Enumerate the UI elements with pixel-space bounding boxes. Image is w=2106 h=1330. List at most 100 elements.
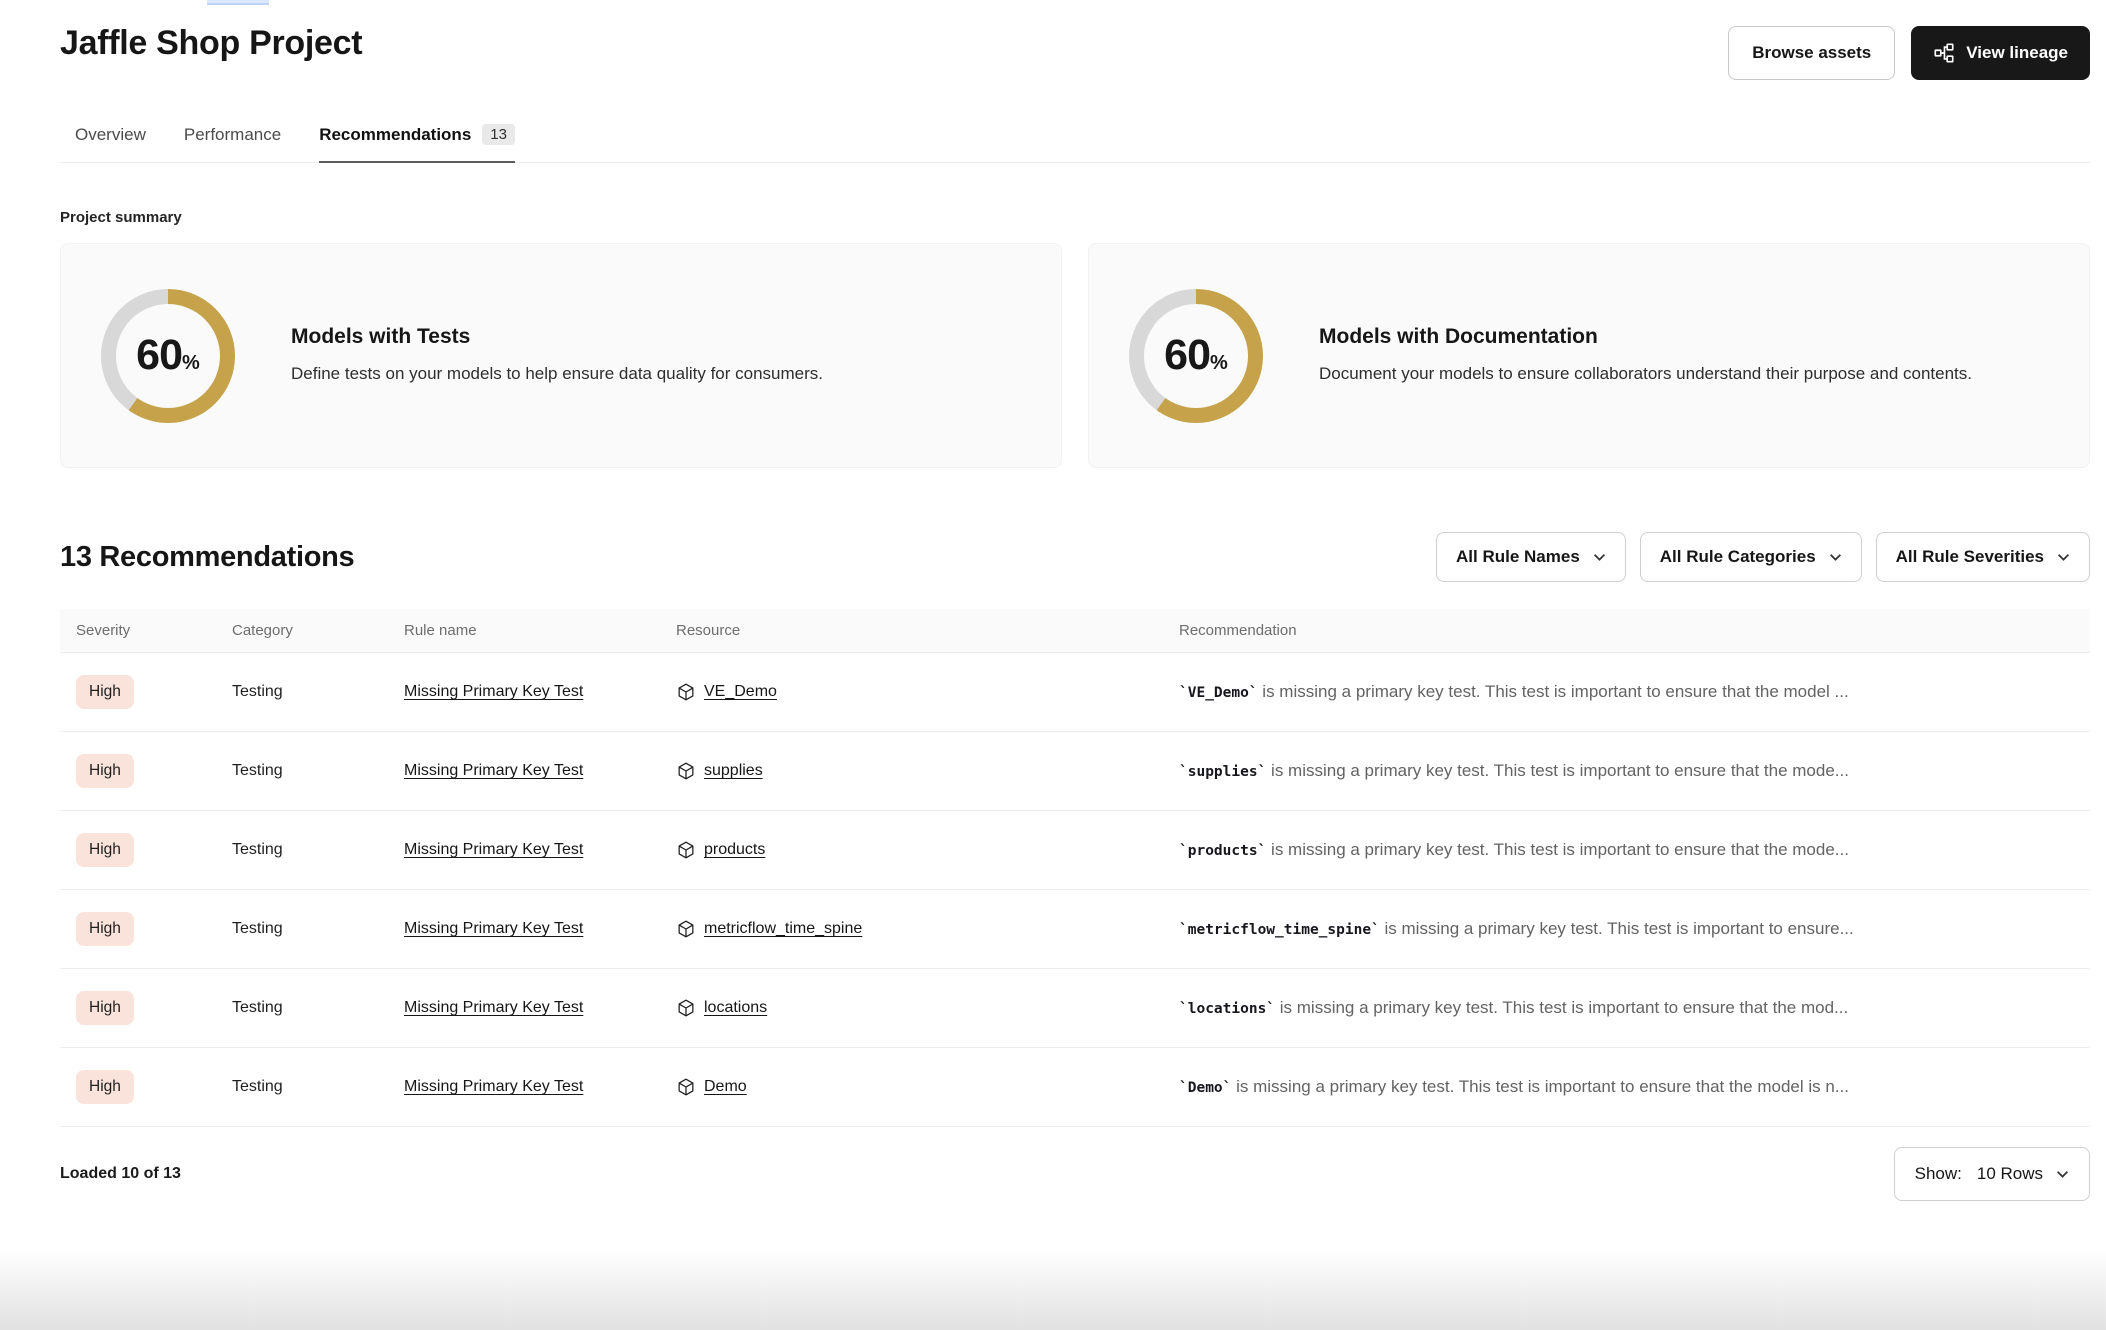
- recommendation-text: is missing a primary key test. This test…: [1231, 1077, 1849, 1096]
- severity-cell: High: [76, 991, 232, 1025]
- recommendation-text: is missing a primary key test. This test…: [1258, 682, 1849, 701]
- tests-percent-suffix: %: [182, 352, 200, 375]
- rule-names-filter-label: All Rule Names: [1456, 547, 1580, 567]
- tests-card-text: Models with Tests Define tests on your m…: [291, 325, 859, 387]
- filter-bar: All Rule Names All Rule Categories All R…: [1436, 532, 2090, 582]
- severity-badge: High: [76, 675, 134, 709]
- column-header-category: Category: [232, 622, 404, 639]
- resource-cell: products: [676, 840, 1179, 860]
- severity-cell: High: [76, 675, 232, 709]
- rows-per-page-dropdown[interactable]: Show: 10 Rows: [1894, 1147, 2090, 1201]
- rule-name-cell: Missing Primary Key Test: [404, 762, 676, 780]
- lineage-icon: [1933, 42, 1955, 64]
- tab-performance[interactable]: Performance: [184, 124, 281, 163]
- severity-badge: High: [76, 833, 134, 867]
- tab-bar: Overview Performance Recommendations 13: [60, 124, 2090, 163]
- docs-donut-label: 60 %: [1129, 289, 1263, 423]
- resource-cell: supplies: [676, 761, 1179, 781]
- severity-badge: High: [76, 912, 134, 946]
- recommendation-cell: `locations` is missing a primary key tes…: [1179, 998, 2074, 1018]
- recommendations-count-badge: 13: [482, 124, 515, 145]
- resource-cell: metricflow_time_spine: [676, 919, 1179, 939]
- tests-card-title: Models with Tests: [291, 325, 823, 349]
- rule-name-cell: Missing Primary Key Test: [404, 920, 676, 938]
- docs-donut-chart: 60 %: [1129, 289, 1263, 423]
- model-cube-icon: [676, 919, 696, 939]
- resource-link[interactable]: metricflow_time_spine: [704, 920, 862, 938]
- resource-link[interactable]: locations: [704, 999, 767, 1017]
- chevron-down-icon: [2057, 553, 2070, 562]
- resource-link[interactable]: VE_Demo: [704, 683, 777, 701]
- rule-name-link[interactable]: Missing Primary Key Test: [404, 683, 583, 700]
- model-cube-icon: [676, 1077, 696, 1097]
- docs-card-title: Models with Documentation: [1319, 325, 1972, 349]
- recommendation-text: is missing a primary key test. This test…: [1275, 998, 1848, 1017]
- chevron-down-icon: [2056, 1170, 2069, 1179]
- rule-name-link[interactable]: Missing Primary Key Test: [404, 999, 583, 1016]
- recommendation-cell: `metricflow_time_spine` is missing a pri…: [1179, 919, 2074, 939]
- severity-cell: High: [76, 912, 232, 946]
- table-row: High Testing Missing Primary Key Test lo…: [60, 969, 2090, 1048]
- rule-name-cell: Missing Primary Key Test: [404, 841, 676, 859]
- rule-name-link[interactable]: Missing Primary Key Test: [404, 841, 583, 858]
- model-cube-icon: [676, 761, 696, 781]
- rule-name-link[interactable]: Missing Primary Key Test: [404, 920, 583, 937]
- rule-categories-filter-label: All Rule Categories: [1660, 547, 1816, 567]
- resource-link[interactable]: Demo: [704, 1078, 747, 1096]
- chevron-down-icon: [1593, 553, 1606, 562]
- docs-percent: 60: [1164, 331, 1210, 380]
- resource-cell: locations: [676, 998, 1179, 1018]
- model-cube-icon: [676, 840, 696, 860]
- rule-name-link[interactable]: Missing Primary Key Test: [404, 1078, 583, 1095]
- show-label: Show:: [1915, 1164, 1962, 1184]
- project-page: Jaffle Shop Project Browse assets View l…: [0, 0, 2106, 1201]
- recommendation-cell: `products` is missing a primary key test…: [1179, 840, 2074, 860]
- model-cube-icon: [676, 998, 696, 1018]
- recommendation-text: is missing a primary key test. This test…: [1266, 761, 1849, 780]
- rule-name-cell: Missing Primary Key Test: [404, 1078, 676, 1096]
- recommendation-code: `supplies`: [1179, 764, 1266, 780]
- view-lineage-button[interactable]: View lineage: [1911, 26, 2090, 80]
- column-header-severity: Severity: [76, 622, 232, 639]
- view-lineage-label: View lineage: [1966, 43, 2068, 63]
- recommendation-code: `products`: [1179, 843, 1266, 859]
- table-row: High Testing Missing Primary Key Test De…: [60, 1048, 2090, 1127]
- category-cell: Testing: [232, 683, 404, 701]
- rule-names-filter-dropdown[interactable]: All Rule Names: [1436, 532, 1626, 582]
- recommendation-cell: `Demo` is missing a primary key test. Th…: [1179, 1077, 2074, 1097]
- page-header: Jaffle Shop Project Browse assets View l…: [60, 0, 2090, 80]
- category-cell: Testing: [232, 1078, 404, 1096]
- resource-link[interactable]: supplies: [704, 762, 763, 780]
- recommendation-text: is missing a primary key test. This test…: [1380, 919, 1854, 938]
- docs-percent-suffix: %: [1210, 352, 1228, 375]
- recommendation-code: `metricflow_time_spine`: [1179, 922, 1380, 938]
- severity-cell: High: [76, 833, 232, 867]
- recommendation-code: `VE_Demo`: [1179, 685, 1258, 701]
- rows-per-page-value: 10 Rows: [1977, 1164, 2043, 1184]
- rule-name-cell: Missing Primary Key Test: [404, 683, 676, 701]
- project-summary-label: Project summary: [60, 209, 2090, 226]
- severity-cell: High: [76, 1070, 232, 1104]
- category-cell: Testing: [232, 841, 404, 859]
- tab-performance-label: Performance: [184, 125, 281, 145]
- recommendation-text: is missing a primary key test. This test…: [1266, 840, 1849, 859]
- tests-donut-label: 60 %: [101, 289, 235, 423]
- rule-name-link[interactable]: Missing Primary Key Test: [404, 762, 583, 779]
- column-header-resource: Resource: [676, 622, 1179, 639]
- tab-recommendations[interactable]: Recommendations 13: [319, 124, 515, 163]
- rule-severities-filter-dropdown[interactable]: All Rule Severities: [1876, 532, 2090, 582]
- resource-link[interactable]: products: [704, 841, 765, 859]
- loaded-count-text: Loaded 10 of 13: [60, 1165, 181, 1183]
- tab-overview[interactable]: Overview: [75, 124, 146, 163]
- table-row: High Testing Missing Primary Key Test VE…: [60, 653, 2090, 732]
- top-edge-artifact: [207, 0, 269, 5]
- severity-badge: High: [76, 1070, 134, 1104]
- tab-recommendations-label: Recommendations: [319, 125, 471, 145]
- table-footer: Loaded 10 of 13 Show: 10 Rows: [60, 1147, 2090, 1201]
- rule-name-cell: Missing Primary Key Test: [404, 999, 676, 1017]
- page-title: Jaffle Shop Project: [60, 24, 362, 63]
- recommendation-code: `locations`: [1179, 1001, 1275, 1017]
- table-header-row: Severity Category Rule name Resource Rec…: [60, 609, 2090, 653]
- browse-assets-button[interactable]: Browse assets: [1728, 26, 1895, 80]
- rule-categories-filter-dropdown[interactable]: All Rule Categories: [1640, 532, 1862, 582]
